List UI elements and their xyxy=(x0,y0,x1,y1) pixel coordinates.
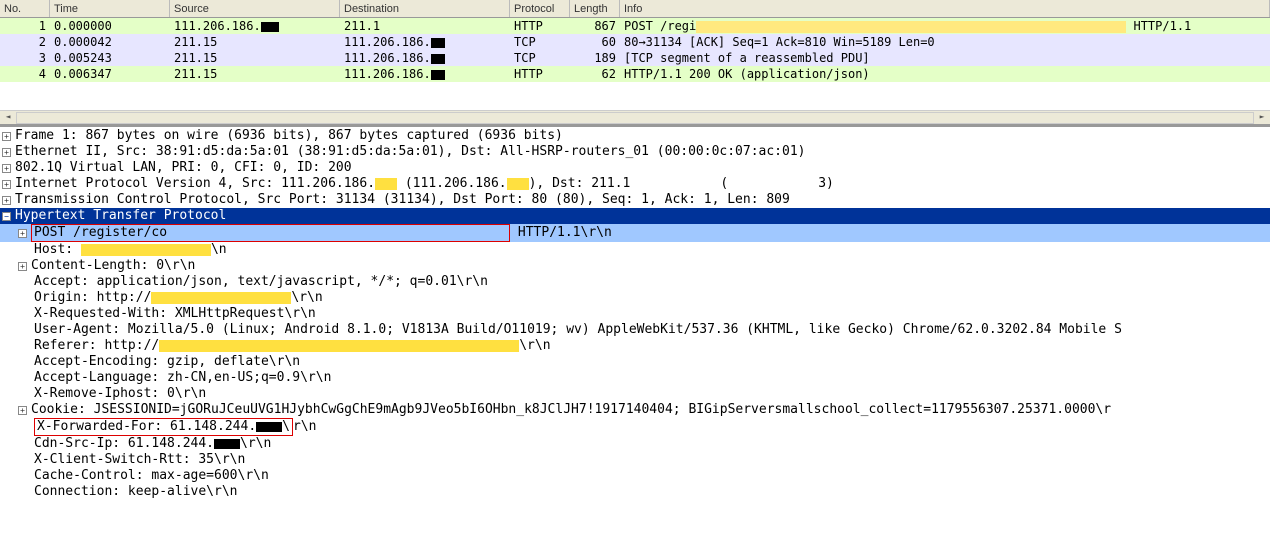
cell-destination: 111.206.186. xyxy=(340,50,510,66)
tree-http-cookie[interactable]: + Cookie: JSESSIONID=jGORuJCeuUVG1HJybhC… xyxy=(0,402,1270,418)
cell-length: 62 xyxy=(570,66,620,82)
cell-protocol: TCP xyxy=(510,34,570,50)
tree-http-x-requested-with[interactable]: X-Requested-With: XMLHttpRequest\r\n xyxy=(0,306,1270,322)
packet-list-hscrollbar[interactable]: ◄ ► xyxy=(0,110,1270,124)
tree-http-x-remove-iphost[interactable]: X-Remove-Iphost: 0\r\n xyxy=(0,386,1270,402)
col-header-destination[interactable]: Destination xyxy=(340,0,510,17)
cell-time: 0.005243 xyxy=(50,50,170,66)
cell-info: POST /regi HTTP/1.1 xyxy=(620,18,1270,34)
cell-time: 0.000000 xyxy=(50,18,170,34)
cell-length: 60 xyxy=(570,34,620,50)
cell-protocol: HTTP xyxy=(510,66,570,82)
cell-protocol: TCP xyxy=(510,50,570,66)
tree-http-connection[interactable]: Connection: keep-alive\r\n xyxy=(0,484,1270,500)
tree-http-accept-encoding[interactable]: Accept-Encoding: gzip, deflate\r\n xyxy=(0,354,1270,370)
cell-destination: 111.206.186. xyxy=(340,66,510,82)
cell-info: 80→31134 [ACK] Seq=1 Ack=810 Win=5189 Le… xyxy=(620,34,1270,50)
cell-info: HTTP/1.1 200 OK (application/json) xyxy=(620,66,1270,82)
cell-source: 211.15 xyxy=(170,50,340,66)
tree-http-cdn-src-ip[interactable]: Cdn-Src-Ip: 61.148.244.\r\n xyxy=(0,436,1270,452)
cell-protocol: HTTP xyxy=(510,18,570,34)
cell-no: 4 xyxy=(0,66,50,82)
packet-row[interactable]: 4 0.006347 211.15 111.206.186. HTTP 62 H… xyxy=(0,66,1270,82)
cell-info: [TCP segment of a reassembled PDU] xyxy=(620,50,1270,66)
cell-no: 3 xyxy=(0,50,50,66)
packet-row[interactable]: 2 0.000042 211.15 111.206.186. TCP 60 80… xyxy=(0,34,1270,50)
tree-vlan[interactable]: + 802.1Q Virtual LAN, PRI: 0, CFI: 0, ID… xyxy=(0,160,1270,176)
tree-http-user-agent[interactable]: User-Agent: Mozilla/5.0 (Linux; Android … xyxy=(0,322,1270,338)
cell-time: 0.000042 xyxy=(50,34,170,50)
tree-http-referer[interactable]: Referer: http://\r\n xyxy=(0,338,1270,354)
packet-details-pane: + Frame 1: 867 bytes on wire (6936 bits)… xyxy=(0,125,1270,501)
col-header-protocol[interactable]: Protocol xyxy=(510,0,570,17)
expand-icon[interactable]: + xyxy=(2,132,11,141)
cell-destination: 211.1 xyxy=(340,18,510,34)
cell-destination: 111.206.186. xyxy=(340,34,510,50)
tree-http-x-client-switch-rtt[interactable]: X-Client-Switch-Rtt: 35\r\n xyxy=(0,452,1270,468)
col-header-info[interactable]: Info xyxy=(620,0,1270,17)
expand-icon[interactable]: + xyxy=(2,180,11,189)
scroll-track[interactable] xyxy=(16,112,1254,124)
expand-icon[interactable]: + xyxy=(2,196,11,205)
tree-http-request-line[interactable]: + POST /register/co HTTP/1.1\r\n xyxy=(0,224,1270,242)
expand-icon[interactable]: + xyxy=(2,148,11,157)
tree-ethernet[interactable]: + Ethernet II, Src: 38:91:d5:da:5a:01 (3… xyxy=(0,144,1270,160)
tree-frame[interactable]: + Frame 1: 867 bytes on wire (6936 bits)… xyxy=(0,128,1270,144)
cell-source: 211.15 xyxy=(170,66,340,82)
expand-icon[interactable]: + xyxy=(18,262,27,271)
cell-source: 111.206.186. xyxy=(170,18,340,34)
tree-http-x-forwarded-for[interactable]: X-Forwarded-For: 61.148.244.\r\n xyxy=(0,418,1270,436)
packet-list-pane: No. Time Source Destination Protocol Len… xyxy=(0,0,1270,125)
cell-length: 189 xyxy=(570,50,620,66)
scroll-right-icon[interactable]: ► xyxy=(1254,112,1270,124)
expand-icon[interactable]: + xyxy=(2,164,11,173)
tree-http-content-length[interactable]: + Content-Length: 0\r\n xyxy=(0,258,1270,274)
tree-http[interactable]: − Hypertext Transfer Protocol xyxy=(0,208,1270,224)
tree-tcp[interactable]: + Transmission Control Protocol, Src Por… xyxy=(0,192,1270,208)
tree-ip[interactable]: + Internet Protocol Version 4, Src: 111.… xyxy=(0,176,1270,192)
cell-no: 2 xyxy=(0,34,50,50)
tree-http-host[interactable]: Host: \n xyxy=(0,242,1270,258)
tree-http-cache-control[interactable]: Cache-Control: max-age=600\r\n xyxy=(0,468,1270,484)
cell-source: 211.15 xyxy=(170,34,340,50)
tree-http-accept-language[interactable]: Accept-Language: zh-CN,en-US;q=0.9\r\n xyxy=(0,370,1270,386)
packet-list-header: No. Time Source Destination Protocol Len… xyxy=(0,0,1270,18)
collapse-icon[interactable]: − xyxy=(2,212,11,221)
expand-icon[interactable]: + xyxy=(18,229,27,238)
col-header-time[interactable]: Time xyxy=(50,0,170,17)
col-header-source[interactable]: Source xyxy=(170,0,340,17)
tree-http-origin[interactable]: Origin: http://\r\n xyxy=(0,290,1270,306)
cell-time: 0.006347 xyxy=(50,66,170,82)
packet-row[interactable]: 3 0.005243 211.15 111.206.186. TCP 189 [… xyxy=(0,50,1270,66)
col-header-no[interactable]: No. xyxy=(0,0,50,17)
cell-length: 867 xyxy=(570,18,620,34)
scroll-left-icon[interactable]: ◄ xyxy=(0,112,16,124)
packet-row[interactable]: 1 0.000000 111.206.186. 211.1 HTTP 867 P… xyxy=(0,18,1270,34)
cell-no: 1 xyxy=(0,18,50,34)
expand-icon[interactable]: + xyxy=(18,406,27,415)
tree-http-accept[interactable]: Accept: application/json, text/javascrip… xyxy=(0,274,1270,290)
col-header-length[interactable]: Length xyxy=(570,0,620,17)
